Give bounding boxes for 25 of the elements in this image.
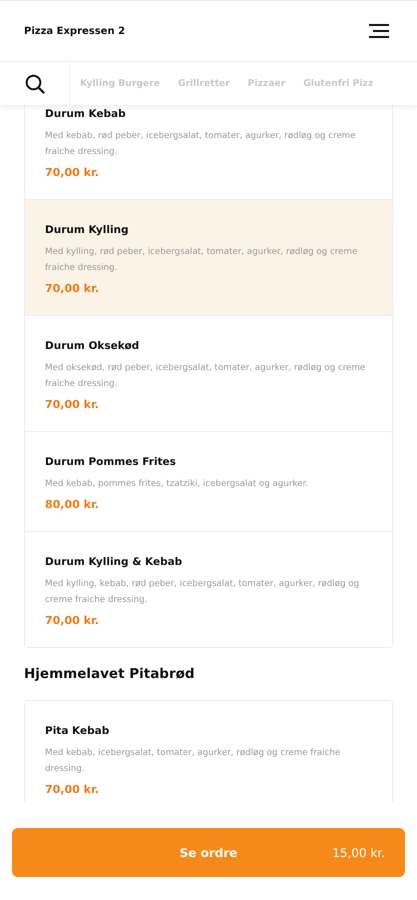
item-name: Pita Kebab [45, 725, 110, 737]
item-description: Med oksekød, rød peber, icebergsalat, tomater, agurker, rødløg og creme fraiche dressing. [45, 362, 366, 391]
item-price: 70,00 kr. [45, 398, 100, 411]
search-button[interactable] [0, 62, 70, 105]
item-price: 70,00 kr. [45, 783, 100, 796]
item-price: 70,00 kr. [45, 282, 100, 295]
item-price: 80,00 kr. [45, 498, 100, 511]
item-name: Durum Oksekød [45, 340, 140, 352]
item-name: Durum Kylling [45, 224, 130, 236]
order-total: 15,00 kr. [332, 846, 385, 860]
restaurant-title: Pizza Expressen 2 [24, 26, 126, 36]
menu-icon[interactable] [369, 24, 389, 38]
item-name: Durum Kebab [45, 108, 127, 120]
item-description: Med kylling, rød peber, icebergsalat, tomater, agurker, rødløg og creme fraiche dressing. [45, 246, 358, 275]
item-description: Med kebab, rød peber, icebergsalat, tomater, agurker, rødløg og creme fraiche dressing. [45, 130, 357, 159]
item-description: Med kebab, pommes frites, tzatziki, icebergsalat og agurker. [45, 478, 310, 491]
menu-item[interactable]: Durum Kylling Med kylling, rød peber, icebergsalat, tomater, agurker, rødløg og creme fraiche dressing. 70,00 kr. [25, 200, 392, 316]
section-heading: Hjemmelavet Pitabrød [24, 666, 196, 682]
item-price: 70,00 kr. [45, 166, 100, 179]
search-icon [24, 74, 44, 94]
item-price: 70,00 kr. [45, 614, 100, 627]
item-name: Durum Pommes Frites [45, 456, 177, 468]
item-name: Durum Kylling & Kebab [45, 556, 184, 568]
item-description: Med kylling, kebab, rød peber, icebergsalat, tomater, agurker, rødløg og creme fraiche dressing. [45, 578, 360, 607]
item-description: Med kebab, icebergsalat, tomater, agurker, rødløg og creme fraiche dressing. [45, 747, 342, 776]
